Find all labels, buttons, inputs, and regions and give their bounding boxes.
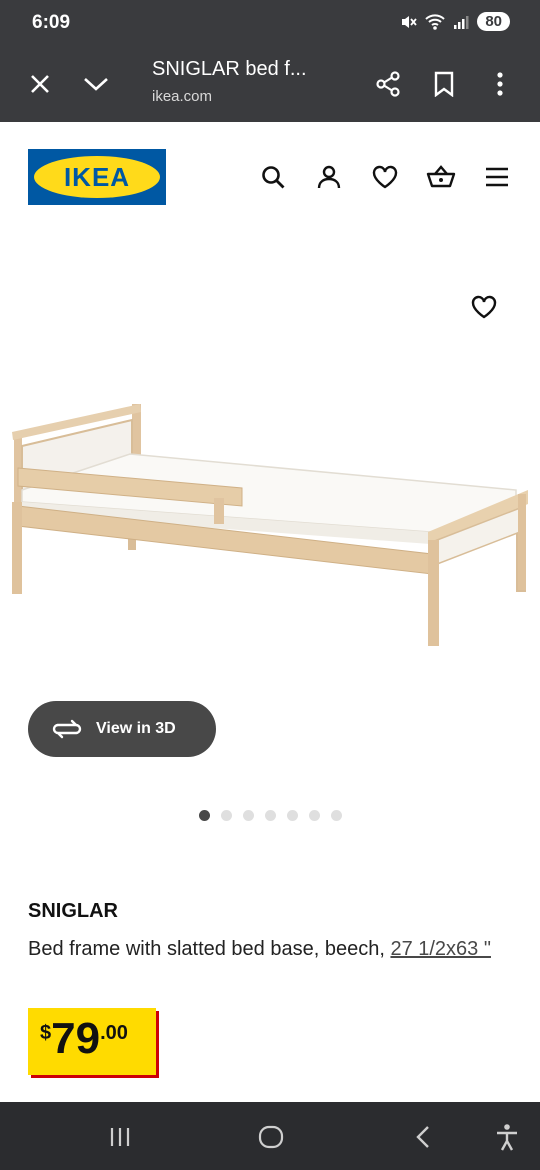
page-url: ikea.com [152, 88, 213, 105]
close-icon [31, 75, 49, 93]
product-description-text: Bed frame with slatted bed base, beech, [28, 938, 391, 960]
close-tab-button[interactable] [22, 66, 58, 102]
search-button[interactable] [258, 162, 288, 192]
recent-apps-button[interactable] [105, 1122, 135, 1152]
bookmark-button[interactable] [426, 66, 462, 102]
price-currency: $ [40, 1022, 52, 1044]
product-name: SNIGLAR [28, 900, 118, 922]
carousel-dot[interactable] [242, 810, 254, 821]
ikea-logo-text: IKEA [63, 161, 131, 192]
product-size-link[interactable]: 27 1/2x63 " [390, 938, 491, 960]
hamburger-menu-icon [486, 167, 508, 187]
carousel-dot[interactable] [330, 810, 342, 821]
recent-apps-icon [110, 1128, 130, 1146]
ikea-logo[interactable]: IKEA [28, 149, 166, 205]
more-options-button[interactable] [482, 66, 518, 102]
site-header: IKEA [0, 122, 540, 232]
price-integer: 79 [51, 1014, 101, 1063]
collapse-button[interactable] [78, 66, 114, 102]
chevron-down-icon [84, 78, 108, 91]
price-tag: $ 79 .00 [28, 1008, 156, 1075]
view-in-3d-button[interactable]: View in 3D [28, 701, 216, 757]
view-in-3d-label: View in 3D [96, 720, 176, 737]
share-button[interactable] [370, 66, 406, 102]
home-icon [258, 1125, 284, 1149]
basket-icon [426, 165, 456, 188]
add-to-favourites-button[interactable] [470, 294, 502, 326]
bookmark-icon [434, 71, 454, 97]
home-button[interactable] [256, 1122, 286, 1152]
carousel-dot[interactable] [264, 810, 276, 821]
accessibility-button[interactable] [492, 1122, 522, 1152]
more-vertical-icon [497, 72, 503, 96]
accessibility-icon [497, 1124, 517, 1151]
status-bar: 6:09 80 [0, 0, 540, 48]
carousel-dot[interactable] [198, 810, 210, 821]
price-decimals: .00 [100, 1022, 128, 1044]
favourites-button[interactable] [370, 162, 400, 192]
status-icons: 80 [399, 12, 510, 31]
cart-button[interactable] [426, 162, 456, 192]
back-button[interactable] [408, 1122, 438, 1152]
mute-icon [402, 15, 418, 28]
signal-icon [454, 15, 469, 29]
product-description: Bed frame with slatted bed base, beech, … [28, 932, 508, 966]
carousel-dot[interactable] [308, 810, 320, 821]
system-navigation-bar [0, 1102, 540, 1170]
carousel-pagination [0, 810, 540, 821]
heart-icon [471, 295, 497, 319]
product-image-carousel[interactable]: View in 3D [0, 232, 540, 792]
carousel-dot[interactable] [220, 810, 232, 821]
user-icon [317, 165, 341, 189]
ikea-logo-oval: IKEA [34, 156, 160, 198]
page-title: SNIGLAR bed f... [152, 58, 307, 80]
battery-indicator: 80 [477, 12, 510, 31]
heart-icon [372, 165, 398, 189]
account-button[interactable] [314, 162, 344, 192]
rotate-3d-icon [52, 719, 82, 739]
wifi-icon [425, 13, 446, 30]
search-icon [262, 166, 285, 189]
share-icon [376, 71, 400, 97]
back-icon [416, 1126, 429, 1148]
status-time: 6:09 [32, 12, 71, 33]
carousel-dot[interactable] [286, 810, 298, 821]
menu-button[interactable] [482, 162, 512, 192]
browser-toolbar: SNIGLAR bed f... ikea.com [0, 48, 540, 122]
